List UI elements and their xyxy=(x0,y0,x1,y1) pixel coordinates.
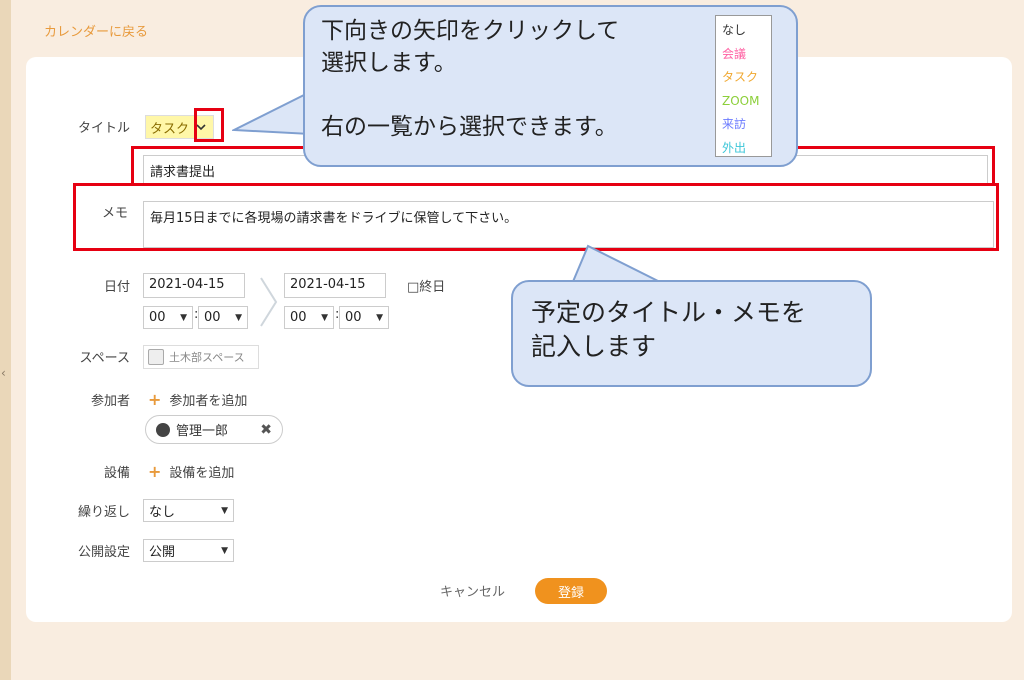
callout-top-line3: 右の一覧から選択できます。 xyxy=(321,114,618,140)
option-zoom[interactable]: ZOOM xyxy=(722,90,765,114)
option-task[interactable]: タスク xyxy=(722,66,765,90)
end-hour-value: 00 xyxy=(290,310,307,325)
start-hour-select[interactable]: 00 ▼ xyxy=(143,306,193,329)
callout-bottom-line1: 予定のタイトル・メモを xyxy=(531,298,807,327)
attendees-label: 参加者 xyxy=(90,394,130,409)
dropdown-arrow-highlight xyxy=(194,108,224,142)
callout-top-line1: 下向きの矢印をクリックして xyxy=(321,18,620,44)
chevron-down-icon: ▼ xyxy=(180,312,187,323)
space-avatar-icon xyxy=(148,349,164,365)
remove-icon[interactable]: ✖ xyxy=(260,422,272,438)
start-min-value: 00 xyxy=(204,310,221,325)
end-min-select[interactable]: 00 ▼ xyxy=(339,306,389,329)
attendee-name: 管理一郎 xyxy=(176,424,229,439)
option-outing[interactable]: 外出 xyxy=(722,137,765,161)
visibility-value: 公開 xyxy=(149,545,176,560)
chevron-down-icon: ▼ xyxy=(221,505,228,516)
back-to-calendar-link[interactable]: カレンダーに戻る xyxy=(44,21,148,40)
attendee-chip: 管理一郎 ✖ xyxy=(145,415,283,444)
plus-icon: + xyxy=(148,462,162,481)
space-label: スペース xyxy=(79,351,130,366)
save-button[interactable]: 登録 xyxy=(535,578,607,604)
chevron-down-icon: ▼ xyxy=(235,312,242,323)
chevron-left-icon[interactable]: ‹ xyxy=(1,366,6,380)
callout-bottom-line2: 記入します xyxy=(531,332,657,361)
add-equipment-link[interactable]: + 設備を追加 xyxy=(148,462,234,481)
end-hour-select[interactable]: 00 ▼ xyxy=(284,306,334,329)
start-min-select[interactable]: 00 ▼ xyxy=(198,306,248,329)
user-avatar-icon xyxy=(156,422,170,437)
date-label: 日付 xyxy=(103,280,130,295)
end-min-value: 00 xyxy=(345,310,362,325)
type-options-list: なし 会議 タスク ZOOM 来訪 外出 xyxy=(715,15,772,157)
equipment-label: 設備 xyxy=(103,466,130,481)
chevron-down-icon: ▼ xyxy=(376,312,383,323)
callout-top-line2: 選択します。 xyxy=(321,50,457,76)
callout-tail-top xyxy=(232,90,314,136)
date-range-arrow-icon xyxy=(260,277,278,327)
start-date-input[interactable]: 2021-04-15 xyxy=(143,273,245,298)
visibility-label: 公開設定 xyxy=(77,545,130,560)
end-date-input[interactable]: 2021-04-15 xyxy=(284,273,386,298)
chevron-down-icon: ▼ xyxy=(321,312,328,323)
plus-icon: + xyxy=(148,390,162,409)
option-none[interactable]: なし xyxy=(722,19,765,43)
visibility-select[interactable]: 公開 ▼ xyxy=(143,539,234,562)
chevron-down-icon: ▼ xyxy=(221,545,228,556)
space-name: 土木部スペース xyxy=(169,351,245,364)
space-chip[interactable]: 土木部スペース xyxy=(143,345,259,369)
memo-highlight xyxy=(73,183,999,251)
title-label: タイトル xyxy=(77,121,130,136)
option-visit[interactable]: 来訪 xyxy=(722,113,765,137)
start-hour-value: 00 xyxy=(149,310,166,325)
repeat-label: 繰り返し xyxy=(77,505,130,520)
left-rail: ‹ xyxy=(0,0,11,680)
cancel-button[interactable]: キャンセル xyxy=(440,581,505,600)
callout-instruction-bottom: 予定のタイトル・メモを 記入します xyxy=(511,280,872,387)
repeat-select[interactable]: なし ▼ xyxy=(143,499,234,522)
add-attendee-label: 参加者を追加 xyxy=(169,394,248,409)
repeat-value: なし xyxy=(149,505,176,520)
add-attendee-link[interactable]: + 参加者を追加 xyxy=(148,390,247,409)
all-day-checkbox[interactable]: □終日 xyxy=(407,276,445,295)
type-select-value: タスク xyxy=(150,121,190,137)
option-meeting[interactable]: 会議 xyxy=(722,43,765,67)
add-equipment-label: 設備を追加 xyxy=(169,466,235,481)
